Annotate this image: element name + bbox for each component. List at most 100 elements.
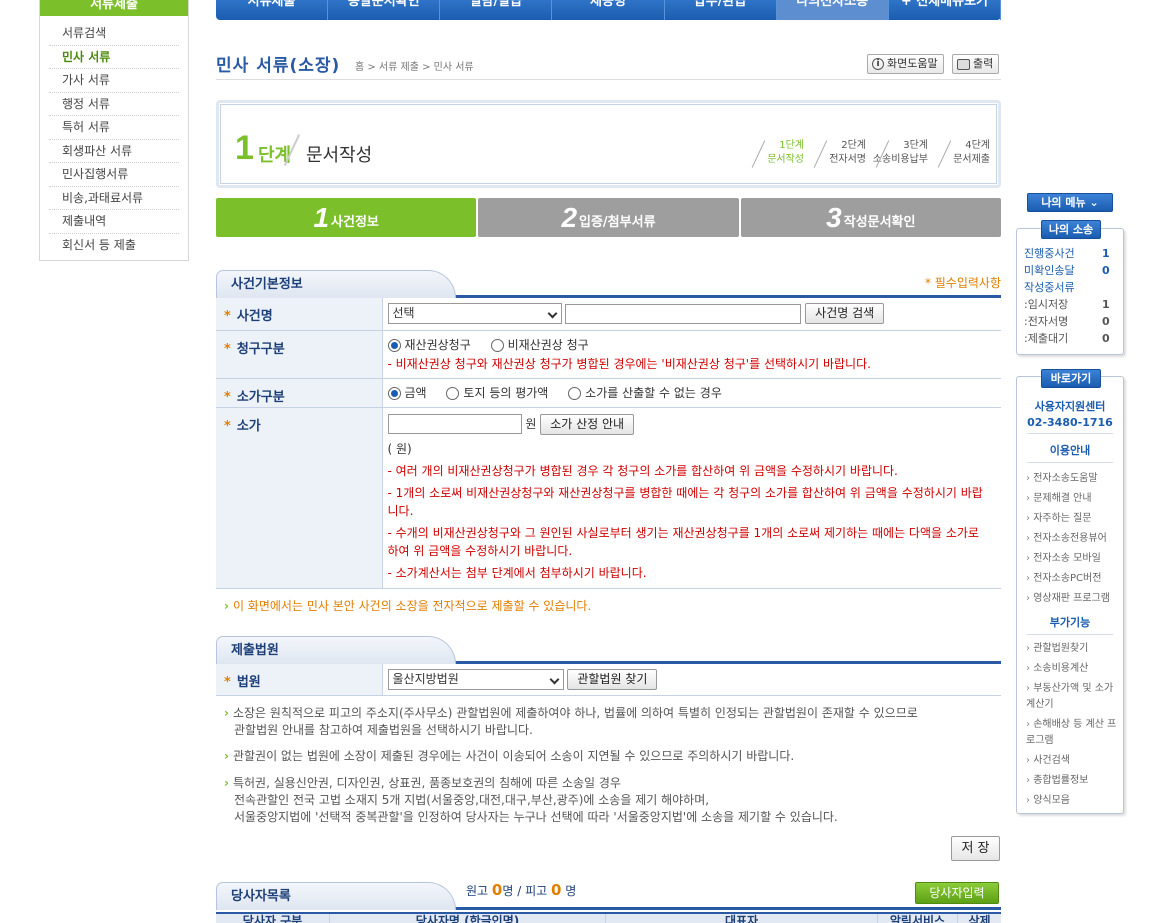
print-label: 출력	[973, 57, 994, 70]
sidebar-item-reply-submit[interactable]: 회신서 등 제출	[49, 234, 179, 258]
basic-info-table: * 사건명 선택 사건명 검색 * 청구구분 재산권상청구 비재산권상 청구 - 비…	[216, 298, 1001, 589]
top-menu-item[interactable]: 서류제출	[216, 0, 329, 20]
support-center: 사용자지원센터	[1034, 400, 1106, 413]
sidebar-item-civil[interactable]: 민사 서류	[49, 46, 179, 69]
top-menu-item[interactable]: 나의전자소송	[776, 0, 889, 20]
usage-link[interactable]: 문제해결 안내	[1017, 489, 1123, 509]
court-table: * 법원 울산지방법원 관할법원 찾기	[216, 664, 1001, 696]
usage-link[interactable]: 전자소송전용뷰어	[1017, 529, 1123, 549]
usage-link[interactable]: 전자소송PC버전	[1017, 569, 1123, 589]
page-title: 민사 서류(소장)	[216, 56, 341, 76]
top-menu-item[interactable]: 열람/발급	[440, 0, 553, 20]
extra-link[interactable]: 종합법률정보	[1017, 771, 1123, 791]
mini-step: 1단계 문서작성	[744, 139, 804, 167]
value-amount-radio[interactable]: 금액	[387, 384, 427, 401]
screen-note: › 이 화면에서는 민사 본안 사건의 소장을 전자적으로 제출할 수 있습니다.	[224, 599, 592, 613]
tab-review[interactable]: 3 작성문서확인	[740, 198, 1001, 237]
case-name-input[interactable]	[565, 303, 802, 324]
extra-link[interactable]: 손해배상 등 계산 프로그램	[1017, 715, 1117, 751]
step-indicator: 1 단계 문서작성 1단계 문서작성 2단계 전자서명 3단계 소송비용납부 4단계 문…	[216, 100, 1001, 188]
top-menu: 서류제출 송달문서확인 열람/발급 채증명 납부/환급 나의전자소송 + 전체메…	[216, 0, 1001, 20]
column-header: 알림서비스	[878, 914, 958, 923]
usage-link[interactable]: 영상재판 프로그램	[1017, 589, 1123, 609]
value-note: - 소가계산서는 첨부 단계에서 첨부하시기 바랍니다.	[387, 565, 647, 580]
court-info: › 소장은 원칙적으로 피고의 주소지(주사무소) 관할법원에 제출하여야 하나,…	[224, 706, 918, 737]
court-info: › 관할권이 없는 법원에 소장이 제출된 경우에는 사건이 이송되어 소송이 지…	[224, 749, 795, 763]
tab-case-info[interactable]: 1 사건정보	[216, 198, 477, 237]
section-basic-info: 사건기본정보 * 필수입력사항	[216, 270, 1001, 298]
save-button[interactable]: 저 장	[951, 836, 1000, 861]
usage-link[interactable]: 자주하는 질문	[1017, 509, 1123, 529]
top-menu-item-all[interactable]: + 전체메뉴보기	[889, 0, 1001, 20]
sidebar-item-family[interactable]: 가사 서류	[49, 69, 179, 93]
shortcut-panel: 사용자지원센터 02-3480-1716 이용안내 전자소송도움말 문제해결 안…	[1016, 376, 1124, 814]
step-tabs: 1 사건정보 2 입증/첨부서류 3 작성문서확인	[216, 198, 1001, 237]
tab-evidence[interactable]: 2 입증/첨부서류	[478, 198, 739, 237]
sidebar-item-noncontentious[interactable]: 비송,과태료서류	[49, 187, 179, 210]
my-case-row[interactable]: 작성중서류	[1024, 279, 1123, 296]
extra-link[interactable]: 관할법원찾기	[1017, 639, 1123, 659]
sidebar-item-submission-history[interactable]: 제출내역	[49, 210, 179, 234]
info-icon: i	[872, 58, 884, 70]
sidebar-item-patent[interactable]: 특허 서류	[49, 116, 179, 140]
usage-link[interactable]: 전자소송 모바일	[1017, 549, 1123, 569]
sidebar-item-administrative[interactable]: 행정 서류	[49, 93, 179, 116]
value-amount-input[interactable]	[387, 414, 522, 434]
my-case-title: 나의 소송	[1041, 220, 1101, 239]
sidebar-header: 서류제출	[40, 0, 188, 16]
breadcrumb: 홈 > 서류 제출 > 민사 서류	[355, 62, 474, 73]
value-none-radio[interactable]: 소가를 산출할 수 없는 경우	[568, 384, 722, 401]
top-menu-item[interactable]: 납부/환급	[665, 0, 777, 20]
section-title: 사건기본정보	[231, 277, 303, 292]
my-case-row[interactable]: 진행중사건 1	[1024, 245, 1123, 262]
column-header: 당사자명 (한글인명)	[330, 914, 606, 923]
my-case-row[interactable]: 미확인송달 0	[1024, 262, 1123, 279]
claim-property-radio[interactable]: 재산권상청구	[387, 336, 471, 353]
my-menu-button[interactable]: 나의 메뉴 ⌄	[1027, 193, 1113, 212]
value-land-radio[interactable]: 토지 등의 평가액	[446, 384, 548, 401]
value-type-label: 소가구분	[236, 389, 285, 405]
section-title: 당사자목록	[231, 889, 291, 904]
value-guide-button[interactable]: 소가 산정 안내	[540, 413, 635, 435]
party-count: 원고 0명 / 피고 0 명	[466, 881, 577, 899]
mini-step: 2단계 전자서명	[806, 139, 866, 167]
extra-link[interactable]: 사건검색	[1017, 751, 1123, 771]
sidebar-item-bankruptcy[interactable]: 회생파산 서류	[49, 140, 179, 163]
column-header: 대표자	[606, 914, 878, 923]
case-search-button[interactable]: 사건명 검색	[805, 303, 885, 324]
top-menu-item[interactable]: 송달문서확인	[328, 0, 441, 20]
sidebar-item-document-search[interactable]: 서류검색	[49, 22, 179, 46]
value-note: - 여러 개의 비재산권상청구가 병합된 경우 각 청구의 소가를 합산하여 위…	[387, 463, 898, 478]
print-button[interactable]: 출력	[952, 54, 1000, 74]
section-title: 제출법원	[231, 643, 279, 658]
draft-row[interactable]: :전자서명 0	[1024, 313, 1123, 330]
usage-title: 이용안내	[1049, 444, 1091, 457]
usage-link[interactable]: 전자소송도움말	[1017, 469, 1123, 489]
draft-row[interactable]: :임시저장 1	[1024, 296, 1123, 313]
court-select[interactable]: 울산지방법원	[387, 669, 564, 690]
help-button[interactable]: i 화면도움말	[867, 54, 944, 74]
required-note: * 필수입력사항	[924, 276, 1001, 290]
extra-link[interactable]: 부동산가액 및 소가계산기	[1017, 679, 1117, 715]
claim-note: - 비재산권상 청구와 재산권상 청구가 병합된 경우에는 '비재산권상 청구'…	[387, 356, 871, 371]
extra-link[interactable]: 양식모음	[1017, 791, 1123, 811]
mini-steps: 1단계 문서작성 2단계 전자서명 3단계 소송비용납부 4단계 문서제출	[744, 139, 990, 167]
case-type-select[interactable]: 선택	[387, 303, 562, 324]
mini-step: 3단계 소송비용납부	[868, 139, 928, 167]
left-sidebar: 서류제출 서류검색 민사 서류 가사 서류 행정 서류 특허 서류 회생파산 서…	[39, 0, 189, 261]
party-table-header: 당사자 구분 당사자명 (한글인명) 대표자 알림서비스 삭제	[216, 912, 1001, 923]
value-korean: ( 원)	[387, 441, 412, 456]
extra-link[interactable]: 소송비용계산	[1017, 659, 1123, 679]
printer-icon	[957, 58, 970, 70]
claim-nonproperty-radio[interactable]: 비재산권상 청구	[490, 336, 589, 353]
draft-row[interactable]: :제출대기 0	[1024, 330, 1123, 347]
step-title: 문서작성	[306, 145, 373, 166]
court-info: › 특허권, 실용신안권, 디자인권, 상표권, 품종보호권의 침해에 따른 소송…	[224, 776, 838, 824]
find-court-button[interactable]: 관할법원 찾기	[567, 669, 658, 690]
add-party-button[interactable]: 당사자입력	[915, 882, 999, 904]
sidebar-list: 서류검색 민사 서류 가사 서류 행정 서류 특허 서류 회생파산 서류 민사집…	[40, 16, 188, 257]
sidebar-item-civil-execution[interactable]: 민사집행서류	[49, 163, 179, 187]
my-case-panel: 진행중사건 1 미확인송달 0 작성중서류 :임시저장 1 :전자서명 0 :제출대기 0	[1016, 228, 1124, 355]
value-note: - 수개의 비재산권상청구와 그 원인된 사실로부터 생기는 재산권상청구를 1…	[387, 525, 979, 558]
top-menu-item[interactable]: 채증명	[552, 0, 665, 20]
